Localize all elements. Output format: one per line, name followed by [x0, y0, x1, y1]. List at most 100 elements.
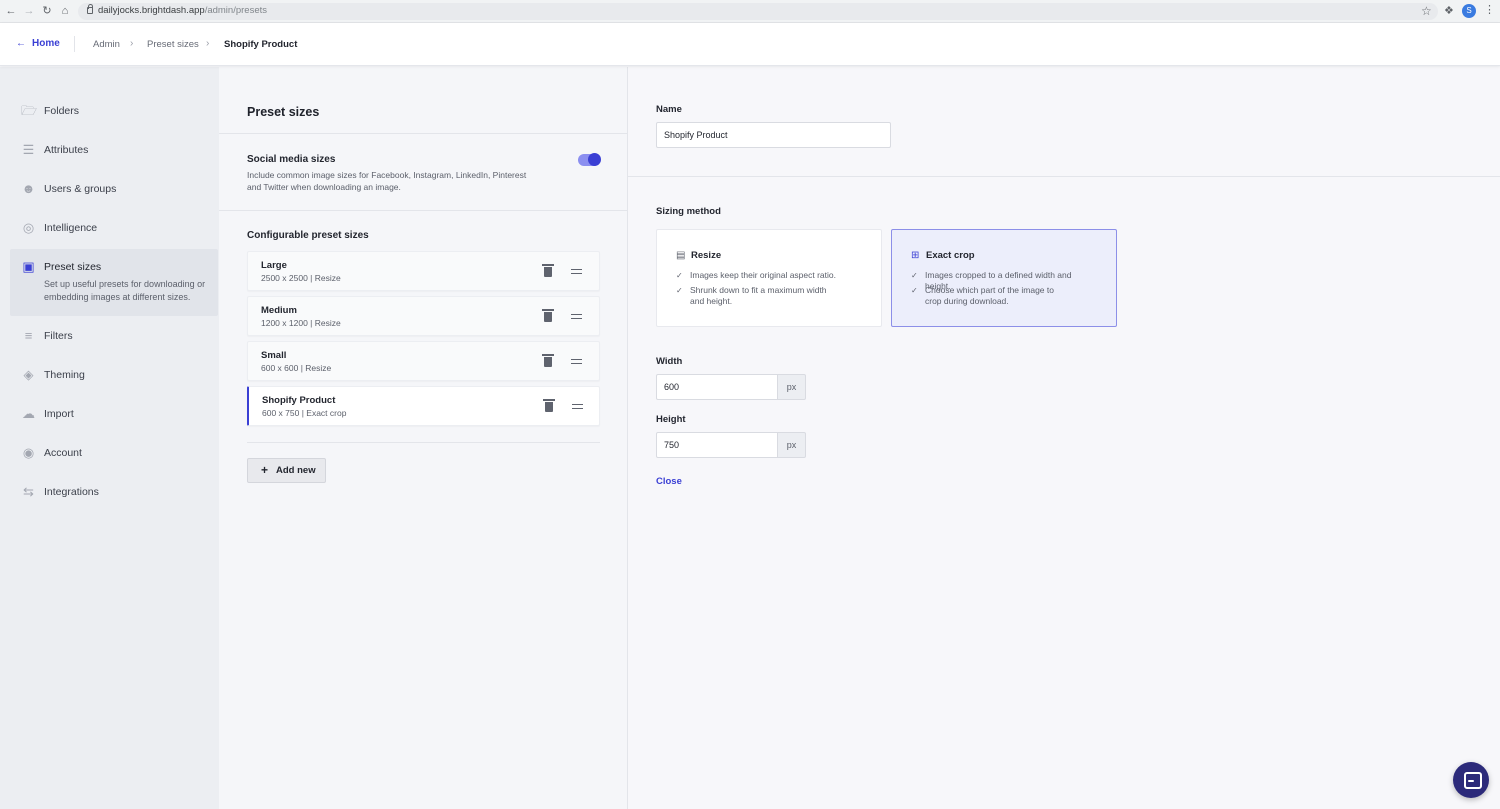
sidebar-item-intelligence[interactable]: ◎ Intelligence	[10, 210, 218, 248]
arrow-left-icon: ←	[16, 38, 26, 49]
close-link[interactable]: Close	[656, 476, 682, 487]
divider	[628, 176, 1500, 177]
check-icon: ✓	[911, 286, 918, 295]
divider	[219, 210, 628, 211]
configurable-presets-title: Configurable preset sizes	[247, 230, 369, 241]
preset-meta: 2500 x 2500 | Resize	[261, 273, 341, 283]
bookmark-star-icon[interactable]: ☆	[1421, 4, 1432, 18]
trash-icon[interactable]	[542, 264, 554, 277]
drag-handle-icon[interactable]	[571, 269, 582, 274]
presets-panel: Preset sizes Social media sizes Include …	[219, 67, 628, 809]
drag-handle-icon[interactable]	[572, 404, 583, 409]
toggle-knob	[588, 153, 601, 166]
check-icon: ✓	[911, 271, 918, 280]
image-resize-icon: ▣	[22, 259, 35, 274]
image-icon: ▤	[676, 250, 686, 261]
divider	[247, 442, 600, 443]
preset-meta: 1200 x 1200 | Resize	[261, 318, 341, 328]
social-sizes-description: Include common image sizes for Facebook,…	[247, 170, 527, 192]
sidebar-item-preset-sizes[interactable]: ▣ Preset sizes Set up useful presets for…	[10, 249, 218, 316]
sidebar: 🗁 Folders ☰ Attributes ☻ Users & groups …	[0, 67, 219, 809]
sidebar-item-label: Account	[44, 447, 82, 459]
chat-support-icon[interactable]	[1453, 762, 1489, 798]
preset-name: Small	[261, 350, 287, 361]
header-divider	[74, 36, 75, 52]
preset-item-medium[interactable]: Medium 1200 x 1200 | Resize	[247, 296, 600, 336]
home-browser-icon[interactable]: ⌂	[58, 4, 72, 18]
check-icon: ✓	[676, 286, 683, 295]
sizing-option-resize[interactable]: ▤ Resize ✓ Images keep their original as…	[656, 229, 882, 327]
sizing-method-label: Sizing method	[656, 206, 721, 217]
sidebar-item-label: Users & groups	[44, 183, 117, 195]
url-text: dailyjocks.brightdash.app/admin/presets	[98, 5, 267, 16]
sidebar-item-theming[interactable]: ◈ Theming	[10, 357, 218, 395]
breadcrumb-preset-sizes[interactable]: Preset sizes	[147, 39, 199, 50]
preset-item-shopify-product[interactable]: Shopify Product 600 x 750 | Exact crop	[247, 386, 600, 426]
folder-icon: 🗁	[21, 103, 38, 118]
height-unit: px	[777, 432, 806, 458]
reload-icon[interactable]: ↻	[40, 4, 54, 18]
page-title: Preset sizes	[247, 105, 320, 119]
sidebar-item-label: Theming	[44, 369, 85, 381]
trash-icon[interactable]	[542, 309, 554, 322]
app-header: ← Home Admin › Preset sizes › Shopify Pro…	[0, 23, 1500, 66]
sidebar-item-import[interactable]: ☁ Import	[10, 396, 218, 434]
add-new-button[interactable]: + Add new	[247, 458, 326, 483]
width-field[interactable]	[656, 374, 778, 400]
sizing-option-title: Resize	[691, 250, 722, 261]
user-circle-icon: ◉	[22, 445, 35, 460]
social-sizes-toggle[interactable]	[578, 153, 601, 166]
sidebar-item-integrations[interactable]: ⇆ Integrations	[10, 474, 218, 512]
browser-toolbar: ← → ↻ ⌂ dailyjocks.brightdash.app/admin/…	[0, 0, 1500, 23]
forward-icon[interactable]: →	[22, 4, 36, 18]
extensions-icon[interactable]: ❖	[1444, 4, 1454, 17]
sidebar-item-description: Set up useful presets for downloading or…	[44, 279, 206, 302]
sizing-option-title: Exact crop	[926, 250, 975, 261]
sidebar-item-folders[interactable]: 🗁 Folders	[10, 93, 218, 131]
preset-name: Large	[261, 260, 287, 271]
list-icon: ☰	[22, 142, 35, 157]
lock-icon	[87, 4, 93, 14]
trash-icon[interactable]	[543, 399, 555, 412]
fingerprint-icon: ◎	[22, 220, 35, 235]
sidebar-item-filters[interactable]: ≡ Filters	[10, 318, 218, 356]
home-link[interactable]: ← Home	[16, 38, 60, 49]
name-field[interactable]	[656, 122, 891, 148]
crop-icon: ⊞	[911, 250, 920, 261]
width-unit: px	[777, 374, 806, 400]
sidebar-item-label: Folders	[44, 105, 80, 117]
drag-handle-icon[interactable]	[571, 314, 582, 319]
preset-name: Medium	[261, 305, 297, 316]
preset-item-small[interactable]: Small 600 x 600 | Resize	[247, 341, 600, 381]
social-sizes-title: Social media sizes	[247, 154, 336, 165]
plus-icon: +	[261, 463, 269, 477]
preset-item-large[interactable]: Large 2500 x 2500 | Resize	[247, 251, 600, 291]
chevron-right-icon: ›	[130, 38, 134, 49]
sidebar-item-label: Preset sizes	[44, 261, 102, 273]
preset-editor: Name Sizing method ▤ Resize ✓ Images kee…	[628, 67, 1500, 809]
cloud-upload-icon: ☁	[22, 406, 35, 421]
divider	[219, 133, 628, 134]
sidebar-item-label: Intelligence	[44, 222, 98, 234]
sidebar-item-account[interactable]: ◉ Account	[10, 435, 218, 473]
sidebar-item-users-groups[interactable]: ☻ Users & groups	[10, 171, 218, 209]
address-bar[interactable]: dailyjocks.brightdash.app/admin/presets	[78, 3, 1438, 20]
height-field[interactable]	[656, 432, 778, 458]
breadcrumb-admin[interactable]: Admin	[93, 39, 120, 50]
width-label: Width	[656, 356, 683, 367]
sliders-icon: ≡	[24, 328, 33, 343]
users-icon: ☻	[21, 181, 36, 196]
breadcrumb-current: Shopify Product	[224, 39, 298, 50]
browser-menu-icon[interactable]: ⋮	[1484, 3, 1495, 16]
sidebar-item-label: Filters	[44, 330, 73, 342]
back-icon[interactable]: ←	[4, 4, 18, 18]
profile-avatar[interactable]: S	[1462, 4, 1476, 18]
name-label: Name	[656, 104, 682, 115]
trash-icon[interactable]	[542, 354, 554, 367]
sizing-option-exact-crop[interactable]: ⊞ Exact crop ✓ Images cropped to a defin…	[891, 229, 1117, 327]
sidebar-item-attributes[interactable]: ☰ Attributes	[10, 132, 218, 170]
add-new-label: Add new	[276, 465, 316, 476]
preset-meta: 600 x 750 | Exact crop	[262, 408, 347, 418]
check-icon: ✓	[676, 271, 683, 280]
drag-handle-icon[interactable]	[571, 359, 582, 364]
